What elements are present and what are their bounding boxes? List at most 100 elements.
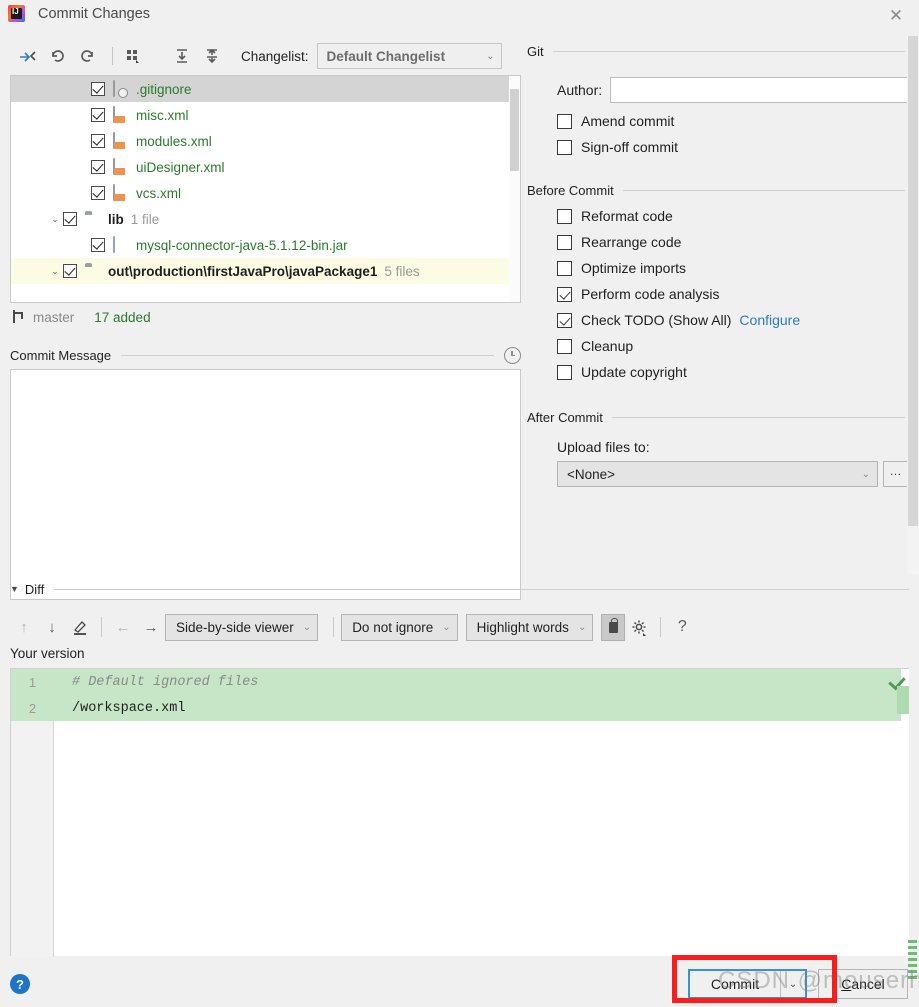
diff-viewer[interactable]: 1 # Default ignored files 2/workspace.xml: [10, 668, 909, 957]
checkbox-row-optimize-imports[interactable]: Optimize imports: [527, 260, 919, 276]
accept-right-icon[interactable]: →: [137, 613, 165, 641]
tree-row[interactable]: mysql-connector-java-5.1.12-bin.jar: [11, 232, 520, 258]
diff-section-title: Diff: [24, 581, 45, 597]
help-icon[interactable]: ?: [10, 974, 30, 994]
cleanup-label: Cleanup: [581, 338, 634, 354]
group-by-icon[interactable]: [121, 43, 147, 69]
xml-file-icon: [113, 158, 129, 175]
changed-files-tree[interactable]: .gitignore misc.xml modules.xml uiDesigner.…: [10, 75, 521, 303]
diff-section-header[interactable]: ▼ Diff: [10, 580, 909, 598]
tree-row-checkbox[interactable]: [91, 134, 105, 148]
jar-file-icon: [113, 236, 129, 253]
checkbox-row-rearrange-code[interactable]: Rearrange code: [527, 234, 919, 250]
author-input[interactable]: [610, 77, 908, 103]
chevron-down-icon[interactable]: ⌄: [781, 979, 805, 990]
tree-scrollbar-thumb[interactable]: [510, 89, 519, 171]
expander-icon[interactable]: ⌄: [47, 214, 63, 225]
edit-source-icon[interactable]: [66, 613, 94, 641]
tree-row-label: misc.xml: [136, 107, 189, 123]
git-section-header: Git: [527, 44, 919, 59]
checkbox-row-perform-code-analysis[interactable]: Perform code analysis: [527, 286, 919, 302]
check-todo-checkbox[interactable]: [557, 312, 572, 328]
tree-row-meta: 5 files: [384, 263, 420, 279]
toolbar-divider: [112, 47, 113, 65]
tree-row-checkbox[interactable]: [63, 264, 77, 278]
rollback-icon[interactable]: [44, 43, 70, 69]
refresh-icon[interactable]: [74, 43, 100, 69]
tree-row-checkbox[interactable]: [91, 160, 105, 174]
tree-row-checkbox[interactable]: [91, 238, 105, 252]
tree-row-checkbox[interactable]: [63, 212, 77, 226]
accept-left-icon[interactable]: ←: [109, 613, 137, 641]
collapse-triangle-icon[interactable]: ▼: [10, 584, 19, 594]
next-difference-icon[interactable]: ↓: [38, 613, 66, 641]
update-copyright-label: Update copyright: [581, 364, 687, 380]
checkbox-row-check-todo[interactable]: Check TODO (Show All) Configure: [527, 312, 919, 328]
upload-target-value: <None>: [567, 466, 616, 482]
tree-row-checkbox[interactable]: [91, 186, 105, 200]
upload-target-dropdown[interactable]: <None> ⌄: [557, 461, 878, 487]
rearrange-code-label: Rearrange code: [581, 234, 682, 250]
divider: [54, 588, 909, 590]
show-diff-icon[interactable]: [14, 43, 40, 69]
git-branch-icon: [10, 309, 26, 325]
changelist-label: Changelist:: [241, 48, 309, 64]
amend-commit-checkbox[interactable]: [557, 113, 572, 129]
tree-row-label: mysql-connector-java-5.1.12-bin.jar: [136, 237, 348, 253]
expand-all-icon[interactable]: [169, 43, 195, 69]
diff-line[interactable]: 2/workspace.xml: [11, 695, 901, 721]
checkbox-row-reformat-code[interactable]: Reformat code: [527, 208, 919, 224]
diff-change-marker[interactable]: [897, 686, 909, 714]
branch-status: master 17 added: [10, 306, 521, 328]
close-icon[interactable]: ✕: [885, 4, 907, 26]
diff-pane-label: Your version: [10, 646, 85, 661]
tree-row-checkbox[interactable]: [91, 82, 105, 96]
prev-difference-icon[interactable]: ↑: [10, 613, 38, 641]
tree-row-label: vcs.xml: [136, 185, 181, 201]
tree-scrollbar[interactable]: [509, 76, 520, 302]
sign-off-commit-checkbox[interactable]: [557, 139, 572, 155]
check-todo-label: Check TODO (Show All): [581, 312, 732, 328]
tree-row[interactable]: uiDesigner.xml: [11, 154, 520, 180]
checkbox-row-update-copyright[interactable]: Update copyright: [527, 364, 919, 380]
commit-button[interactable]: Commit ⌄: [688, 969, 807, 999]
collapse-all-icon[interactable]: [199, 43, 225, 69]
options-scrollbar-thumb[interactable]: [908, 36, 918, 526]
tree-row[interactable]: modules.xml: [11, 128, 520, 154]
tree-row[interactable]: vcs.xml: [11, 180, 520, 206]
commit-message-input[interactable]: [10, 369, 521, 600]
update-copyright-checkbox[interactable]: [557, 364, 572, 380]
perform-code-analysis-checkbox[interactable]: [557, 286, 572, 302]
clock-icon[interactable]: [504, 346, 521, 364]
changelist-dropdown[interactable]: Default Changelist ⌄: [316, 43, 502, 69]
diff-line-number: 2: [28, 700, 37, 716]
read-only-lock-button[interactable]: [601, 613, 626, 641]
reformat-code-checkbox[interactable]: [557, 208, 572, 224]
tree-row[interactable]: ⌄ out\production\firstJavaPro\javaPackage…: [11, 258, 520, 284]
checkbox-row-cleanup[interactable]: Cleanup: [527, 338, 919, 354]
rearrange-code-checkbox[interactable]: [557, 234, 572, 250]
diff-line[interactable]: 1 # Default ignored files: [11, 669, 901, 695]
viewer-mode-value: Side-by-side viewer: [176, 619, 294, 635]
checkbox-row-amend-commit[interactable]: Amend commit: [527, 113, 919, 129]
tree-row-checkbox[interactable]: [91, 108, 105, 122]
highlight-mode-dropdown[interactable]: Highlight words ⌄: [465, 613, 594, 641]
viewer-mode-dropdown[interactable]: Side-by-side viewer ⌄: [165, 613, 319, 641]
browse-upload-target-button[interactable]: …: [883, 461, 908, 487]
options-scrollbar[interactable]: [907, 36, 919, 574]
ignore-mode-dropdown[interactable]: Do not ignore ⌄: [341, 613, 458, 641]
cleanup-checkbox[interactable]: [557, 338, 572, 354]
configure-link[interactable]: Configure: [739, 312, 800, 328]
tree-row[interactable]: misc.xml: [11, 102, 520, 128]
checkbox-row-sign-off-commit[interactable]: Sign-off commit: [527, 139, 919, 155]
optimize-imports-checkbox[interactable]: [557, 260, 572, 276]
diff-help-icon[interactable]: ?: [668, 613, 696, 641]
reformat-code-label: Reformat code: [581, 208, 673, 224]
tree-row[interactable]: .gitignore: [11, 76, 520, 102]
cancel-button[interactable]: Cancel: [818, 969, 908, 999]
xml-file-icon: [113, 184, 129, 201]
diff-settings-icon[interactable]: [625, 613, 653, 641]
tree-row[interactable]: ⌄ lib 1 file: [11, 206, 520, 232]
expander-icon[interactable]: ⌄: [47, 266, 63, 277]
highlight-mode-value: Highlight words: [476, 619, 569, 635]
